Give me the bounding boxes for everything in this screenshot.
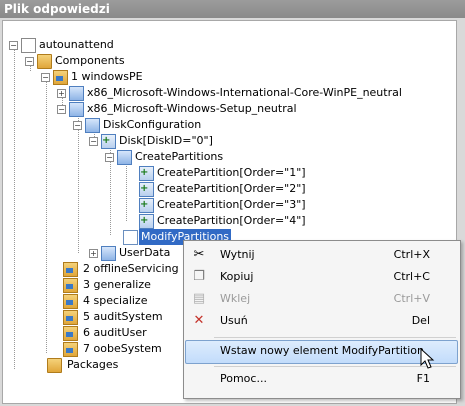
menu-item-label: Wklej [220,292,251,305]
mouse-cursor-icon [420,348,435,369]
tree-node-disk[interactable]: − Disk[DiskID="0"] [89,133,239,149]
tree-node-label: 6 auditUser [83,326,147,339]
setting-group-icon [101,246,116,261]
tree-line [46,81,47,353]
menu-item-label: Pomoc... [220,372,267,385]
tree-node-intl-core[interactable]: + x86_Microsoft-Windows-International-Co… [57,85,402,101]
setting-group-icon [85,118,100,133]
menu-item-label: Wstaw nowy element ModifyPartition [220,344,425,357]
tree-node-disk-configuration[interactable]: − DiskConfiguration [73,117,223,133]
menu-item-shortcut: F1 [416,372,430,385]
folder-icon [47,358,62,373]
tree-node-root[interactable]: − autounattend [9,37,129,53]
menu-item-shortcut: Ctrl+V [393,292,430,305]
tree-node-label: x86_Microsoft-Windows-International-Core… [87,86,402,99]
config-pass-icon [63,310,78,325]
copy-icon: ❐ [193,269,205,284]
expand-toggle[interactable]: + [57,89,66,98]
tree-line [78,113,79,253]
tree-node-components[interactable]: − Components [25,53,145,69]
tree-node-windowspe[interactable]: − 1 windowsPE [41,69,181,85]
answer-file-icon [21,38,36,53]
tree-node-label: DiskConfiguration [103,118,202,131]
collapse-toggle[interactable]: − [73,121,82,130]
tree-node-label: Components [55,54,125,67]
menu-item-shortcut: Ctrl+X [393,248,430,261]
panel-header: Plik odpowiedzi [0,0,465,18]
tree-line [14,49,15,369]
tree-node-packages[interactable]: Packages [41,357,141,373]
tree-node-create-partition[interactable]: CreatePartition[Order="4"] [133,213,306,229]
paste-icon: ▤ [192,291,206,306]
tree-node-create-partitions[interactable]: − CreatePartitions [105,149,245,165]
menu-item-label: Kopiuj [220,270,254,283]
tree-node-label: 1 windowsPE [71,70,143,83]
list-item-icon [139,198,154,213]
folder-icon [37,54,52,69]
scissors-icon: ✂ [193,247,205,262]
list-item-icon [101,134,116,149]
config-pass-icon [63,326,78,341]
tree-node-pass[interactable]: 6 auditUser [57,325,177,341]
tree-node-userdata[interactable]: + UserData [89,245,189,261]
component-icon [69,102,84,117]
menu-item-copy[interactable]: ❐ Kopiuj Ctrl+C [186,267,458,289]
tree-node-label: 4 specialize [83,294,148,307]
tree-node-label: 3 generalize [83,278,151,291]
tree-node-label: 2 offlineServicing [83,262,179,275]
collapse-toggle[interactable]: − [9,41,18,50]
tree-node-label: 5 auditSystem [83,310,163,323]
tree-node-label: CreatePartition[Order="4"] [157,214,306,227]
expand-toggle[interactable]: + [89,249,98,258]
collapse-toggle[interactable]: − [25,57,34,66]
delete-x-icon: ✕ [193,313,205,328]
tree-line [126,161,127,221]
config-pass-icon [63,262,78,277]
tree-node-label: CreatePartitions [135,150,224,163]
collapse-toggle[interactable]: − [41,73,50,82]
tree-node-label: CreatePartition[Order="3"] [157,198,306,211]
collapse-toggle[interactable]: − [89,137,98,146]
tree-node-setup[interactable]: − x86_Microsoft-Windows-Setup_neutral [57,101,317,117]
menu-separator [214,337,456,338]
menu-item-paste[interactable]: ▤ Wklej Ctrl+V [186,289,458,311]
config-pass-icon [63,278,78,293]
tree-node-create-partition[interactable]: CreatePartition[Order="3"] [133,197,306,213]
setting-group-icon [123,230,138,245]
tree-node-pass[interactable]: 5 auditSystem [57,309,177,325]
tree-node-create-partition[interactable]: CreatePartition[Order="1"] [133,165,306,181]
collapse-toggle[interactable]: − [105,153,114,162]
tree-node-label: autounattend [39,38,114,51]
tree-node-pass[interactable]: 4 specialize [57,293,177,309]
menu-item-cut[interactable]: ✂ Wytnij Ctrl+X [186,245,458,267]
menu-item-label: Usuń [220,314,248,327]
tree-node-create-partition[interactable]: CreatePartition[Order="2"] [133,181,306,197]
menu-item-label: Wytnij [220,248,255,261]
config-pass-icon [53,70,68,85]
context-menu: ✂ Wytnij Ctrl+X ❐ Kopiuj Ctrl+C ▤ Wklej … [183,240,461,399]
tree-node-pass[interactable]: 7 oobeSystem [57,341,177,357]
list-item-icon [139,182,154,197]
menu-item-help[interactable]: Pomoc... F1 [186,369,458,391]
tree-node-label: 7 oobeSystem [83,342,162,355]
list-item-icon [139,214,154,229]
menu-item-delete[interactable]: ✕ Usuń Del [186,311,458,333]
list-item-icon [139,166,154,181]
tree-node-label: x86_Microsoft-Windows-Setup_neutral [87,102,297,115]
tree-node-label: Packages [67,358,119,371]
config-pass-icon [63,342,78,357]
tree-node-label: CreatePartition[Order="1"] [157,166,306,179]
menu-item-shortcut: Del [411,314,430,327]
tree-node-pass[interactable]: 3 generalize [57,277,177,293]
component-icon [69,86,84,101]
setting-group-icon [117,150,132,165]
tree-node-label: UserData [119,246,171,259]
tree-node-label: Disk[DiskID="0"] [119,134,213,147]
tree-node-pass[interactable]: 2 offlineServicing [57,261,179,277]
menu-item-shortcut: Ctrl+C [393,270,430,283]
menu-item-insert-modify-partition[interactable]: Wstaw nowy element ModifyPartition [185,340,458,364]
config-pass-icon [63,294,78,309]
tree-node-label: CreatePartition[Order="2"] [157,182,306,195]
collapse-toggle[interactable]: − [57,105,66,114]
